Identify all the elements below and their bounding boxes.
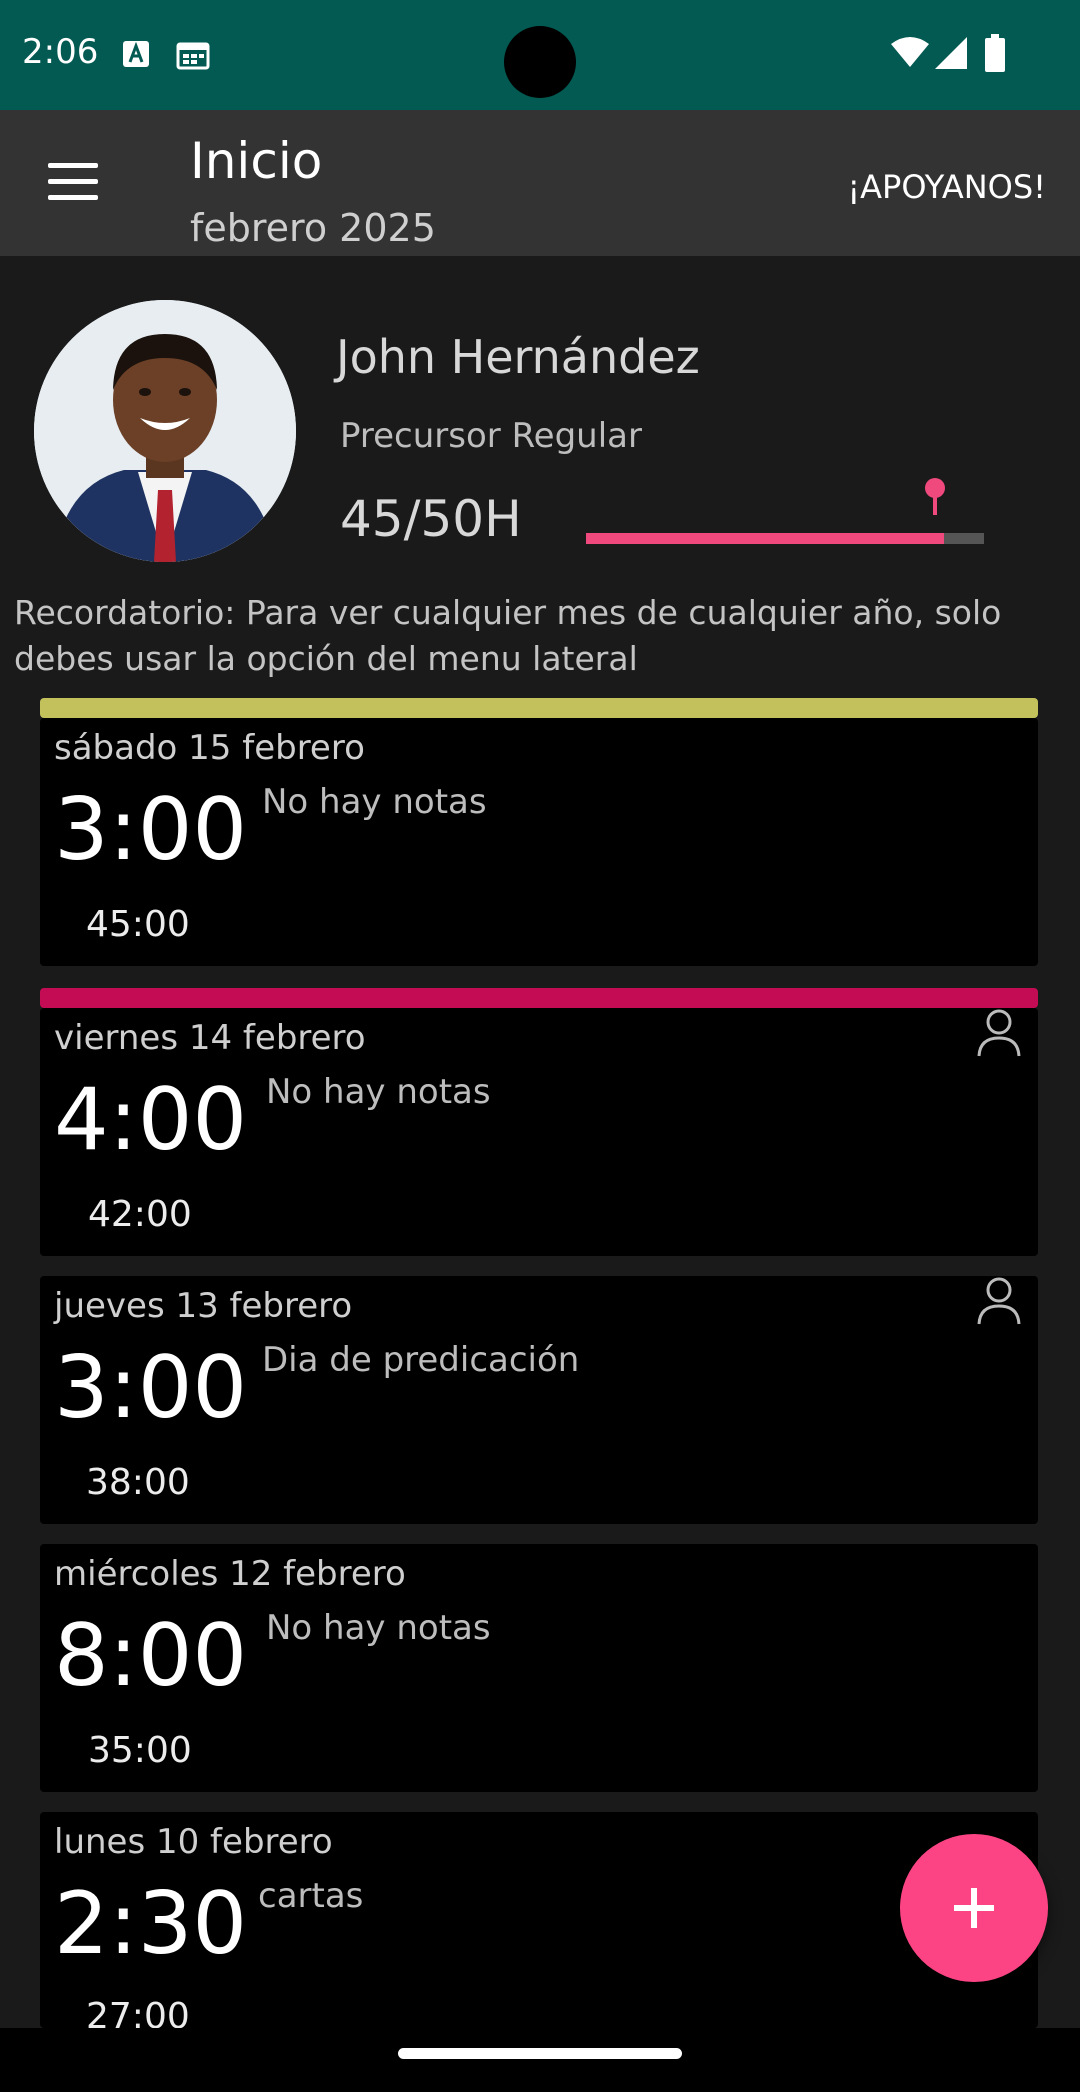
entry-date: viernes 14 febrero	[54, 1018, 366, 1058]
progress-pin-icon	[925, 478, 946, 515]
entry-note: Dia de predicación	[262, 1340, 580, 1380]
entry-hours: 4:00	[54, 1070, 248, 1170]
add-entry-button[interactable]	[900, 1834, 1048, 1982]
entry-total: 38:00	[86, 1462, 190, 1503]
avatar-photo	[34, 300, 296, 562]
hamburger-icon-line	[48, 195, 98, 200]
entry-hours: 3:00	[54, 1338, 248, 1438]
person-icon	[977, 1277, 1021, 1325]
camera-cutout	[504, 26, 576, 98]
wifi-icon	[891, 37, 929, 67]
entry-hours: 2:30	[54, 1874, 248, 1974]
text-a-icon	[123, 41, 149, 67]
entry-date: sábado 15 febrero	[54, 728, 365, 768]
entry-color-bar	[40, 988, 1038, 1008]
battery-icon	[985, 34, 1005, 72]
reminder-text: Recordatorio: Para ver cualquier mes de …	[14, 593, 1002, 678]
menu-button[interactable]	[38, 155, 108, 211]
entry-date: lunes 10 febrero	[54, 1822, 333, 1862]
entry-note: cartas	[258, 1876, 364, 1916]
entry-hours: 8:00	[54, 1606, 248, 1706]
page-title: Inicio	[190, 132, 323, 190]
list-item[interactable]: lunes 10 febrero 2:30 27:00 cartas	[40, 1812, 1038, 2037]
entry-date: jueves 13 febrero	[54, 1286, 353, 1326]
home-gesture-handle[interactable]	[398, 2048, 682, 2059]
entry-total: 45:00	[86, 904, 190, 945]
entry-hours: 3:00	[54, 780, 248, 880]
entry-total: 42:00	[88, 1194, 192, 1235]
entry-color-bar	[40, 698, 1038, 718]
person-icon	[977, 1009, 1021, 1057]
list-item[interactable]: viernes 14 febrero 4:00 42:00 No hay not…	[40, 1008, 1038, 1256]
cell-signal-icon	[935, 37, 967, 69]
user-role: Precursor Regular	[340, 416, 642, 456]
status-bar: 2:06	[0, 0, 1080, 110]
status-time: 2:06	[22, 32, 99, 72]
app-bar: Inicio febrero 2025 ¡APOYANOS!	[0, 110, 1080, 256]
entry-note: No hay notas	[266, 1608, 491, 1648]
progress-fill	[586, 533, 945, 544]
page-subtitle: febrero 2025	[190, 206, 436, 250]
list-item[interactable]: jueves 13 febrero 3:00 38:00 Dia de pred…	[40, 1276, 1038, 1524]
support-button[interactable]: ¡APOYANOS!	[847, 168, 1046, 206]
list-item[interactable]: miércoles 12 febrero 8:00 35:00 No hay n…	[40, 1544, 1038, 1792]
hamburger-icon	[48, 163, 98, 168]
user-name: John Hernández	[336, 330, 700, 384]
entry-note: No hay notas	[262, 782, 487, 822]
calendar-icon	[176, 42, 210, 70]
hours-progress-bar	[586, 478, 984, 544]
entry-date: miércoles 12 febrero	[54, 1554, 406, 1594]
list-item[interactable]: sábado 15 febrero 3:00 45:00 No hay nota…	[40, 718, 1038, 966]
hamburger-icon-line	[48, 179, 98, 184]
entry-note: No hay notas	[266, 1072, 491, 1112]
hours-progress-label: 45/50H	[340, 490, 522, 548]
entry-total: 35:00	[88, 1730, 192, 1771]
avatar[interactable]	[34, 300, 296, 562]
navigation-bar	[0, 2028, 1080, 2092]
